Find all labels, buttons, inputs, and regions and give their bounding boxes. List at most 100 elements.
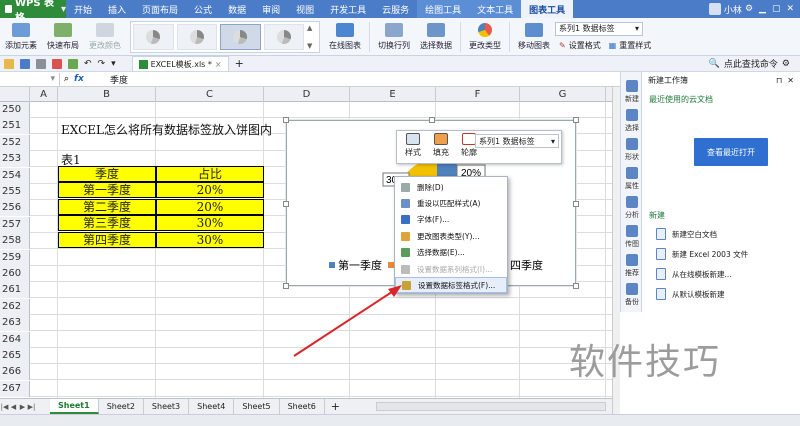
context-menu-item[interactable]: 字体(F)... — [395, 212, 507, 228]
grid-row[interactable]: 266 — [0, 364, 612, 381]
grid-row[interactable]: 267 — [0, 380, 612, 397]
pane-vtab[interactable]: 新建 — [621, 80, 643, 104]
menu-tab[interactable]: 页面布局 — [134, 0, 186, 18]
context-menu-item[interactable]: 设置数据系列格式(I)... — [395, 261, 507, 277]
sheet-tab[interactable]: Sheet6 — [280, 399, 325, 414]
column-header[interactable]: B — [58, 87, 156, 102]
menu-tab[interactable]: 公式 — [186, 0, 220, 18]
sheet-tab[interactable]: Sheet5 — [234, 399, 280, 414]
context-menu-item[interactable]: 选择数据(E)... — [395, 245, 507, 261]
document-tab[interactable]: EXCEL模板.xls * × — [131, 56, 229, 71]
table-cell[interactable]: 第一季度 — [58, 182, 156, 199]
table-cell[interactable]: 20% — [156, 198, 264, 215]
menu-tab[interactable]: 云服务 — [374, 0, 417, 18]
row-header[interactable]: 253 — [0, 151, 30, 168]
mini-series-selector[interactable]: 系列1 数据标签 ▾ — [475, 134, 559, 148]
pin-icon[interactable]: ⊓ — [776, 76, 782, 85]
minimize-icon[interactable]: ▁ — [759, 4, 766, 14]
context-menu-item[interactable]: 重设以匹配样式(A) — [395, 195, 507, 211]
last-sheet-icon[interactable]: ▶| — [27, 403, 36, 411]
row-header[interactable]: 252 — [0, 134, 30, 151]
context-menu-item[interactable]: 设置数据标签格式(F)... — [395, 277, 507, 294]
column-header[interactable]: E — [350, 87, 436, 102]
menu-tab[interactable]: 开发工具 — [322, 0, 374, 18]
change-color-button[interactable]: 更改颜色 — [84, 19, 126, 55]
add-element-button[interactable]: 添加元素 — [0, 19, 42, 55]
name-box[interactable]: ▾ — [0, 72, 60, 86]
sheet-tab[interactable]: Sheet1 — [50, 399, 99, 414]
move-chart-button[interactable]: 移动图表 — [513, 19, 555, 55]
new-doc-link[interactable]: 新建空白文档 — [656, 228, 717, 240]
table-cell[interactable]: 20% — [156, 182, 264, 199]
row-header[interactable]: 250 — [0, 102, 30, 118]
row-header[interactable]: 256 — [0, 200, 30, 217]
prev-sheet-icon[interactable]: ◀ — [9, 403, 18, 411]
corner-select-all[interactable] — [0, 87, 30, 102]
row-header[interactable]: 264 — [0, 331, 30, 348]
folder-icon[interactable] — [4, 58, 14, 69]
chart-style-thumb[interactable] — [263, 23, 304, 50]
new-doc-link[interactable]: 新建 Excel 2003 文件 — [656, 248, 748, 260]
row-header[interactable]: 265 — [0, 348, 30, 364]
table-cell[interactable]: 第二季度 — [58, 198, 156, 215]
grid-row[interactable]: 250 — [0, 102, 612, 118]
print-icon[interactable] — [36, 58, 46, 69]
next-sheet-icon[interactable]: ▶ — [18, 403, 27, 411]
menu-tab[interactable]: 审阅 — [254, 0, 288, 18]
fill-button[interactable]: 填充 — [429, 133, 453, 163]
series-selector[interactable]: 系列1 数据标签 ▾ — [555, 21, 643, 36]
menu-tab[interactable]: 文本工具 — [469, 0, 522, 18]
sheet-tab[interactable]: Sheet2 — [99, 399, 144, 414]
set-format-button[interactable]: ✎ 设置格式 — [555, 39, 605, 52]
row-header[interactable]: 257 — [0, 216, 30, 233]
zoom-icon[interactable]: ⌕ — [64, 74, 69, 84]
menu-tab[interactable]: 图表工具 — [521, 0, 574, 18]
settings-icon[interactable]: ⚙ — [782, 59, 790, 69]
title-cell[interactable]: EXCEL怎么将所有数据标签放入饼图内 — [61, 122, 272, 138]
chart-style-thumb-selected[interactable] — [220, 23, 261, 50]
new-doc-link[interactable]: 从默认模板新建 — [656, 288, 725, 300]
task-pane-title[interactable]: 新建工作簿 — [648, 75, 688, 86]
app-menu-button[interactable]: WPS 表格 ▾ — [0, 0, 66, 24]
fx-icon[interactable]: fx — [74, 74, 84, 84]
new-tab-icon[interactable]: + — [235, 57, 244, 70]
save-icon[interactable] — [20, 58, 30, 69]
column-header[interactable]: G — [520, 87, 606, 102]
row-header[interactable]: 263 — [0, 315, 30, 332]
pane-vtab[interactable]: 属性 — [621, 167, 643, 191]
table-cell[interactable]: 30% — [156, 231, 264, 248]
pdf-icon[interactable] — [52, 58, 62, 69]
row-header[interactable]: 266 — [0, 364, 30, 381]
preview-icon[interactable] — [68, 58, 78, 69]
row-header[interactable]: 262 — [0, 298, 30, 315]
menu-tab[interactable]: 插入 — [100, 0, 134, 18]
table-header-cell[interactable]: 季度 — [58, 166, 156, 182]
chevron-down-icon[interactable]: ▾ — [111, 59, 116, 69]
column-header[interactable]: F — [436, 87, 520, 102]
horizontal-scrollbar[interactable] — [376, 402, 606, 411]
chart-style-thumb[interactable] — [133, 23, 174, 50]
chart-style-thumb[interactable] — [176, 23, 217, 50]
menu-tab[interactable]: 开始 — [66, 0, 100, 18]
quick-layout-button[interactable]: 快速布局 — [42, 19, 84, 55]
context-menu-item[interactable]: 删除(D) — [395, 179, 507, 195]
row-header[interactable]: 254 — [0, 167, 30, 184]
table-cell[interactable]: 30% — [156, 215, 264, 232]
redo-icon[interactable]: ↷ — [98, 59, 106, 69]
switch-row-col-button[interactable]: 切换行列 — [373, 19, 415, 55]
chart-style-gallery[interactable]: ▲ ▼ — [130, 20, 320, 53]
pane-vtab[interactable]: 备份 — [621, 283, 643, 307]
row-header[interactable]: 259 — [0, 249, 30, 266]
row-header[interactable]: 258 — [0, 233, 30, 250]
user-box[interactable]: 小林 ⚙ — [708, 3, 753, 16]
close-icon[interactable]: ✕ — [787, 76, 794, 85]
formula-input[interactable]: 季度 — [104, 73, 128, 86]
select-data-button[interactable]: 选择数据 — [415, 19, 457, 55]
menu-tab[interactable]: 数据 — [220, 0, 254, 18]
row-header[interactable]: 251 — [0, 118, 30, 135]
first-sheet-icon[interactable]: |◀ — [0, 403, 9, 411]
change-type-button[interactable]: 更改类型 — [464, 19, 506, 55]
pane-vtab[interactable]: 选择 — [621, 109, 643, 133]
row-header[interactable]: 255 — [0, 184, 30, 200]
pane-vtab[interactable]: 分析 — [621, 196, 643, 220]
